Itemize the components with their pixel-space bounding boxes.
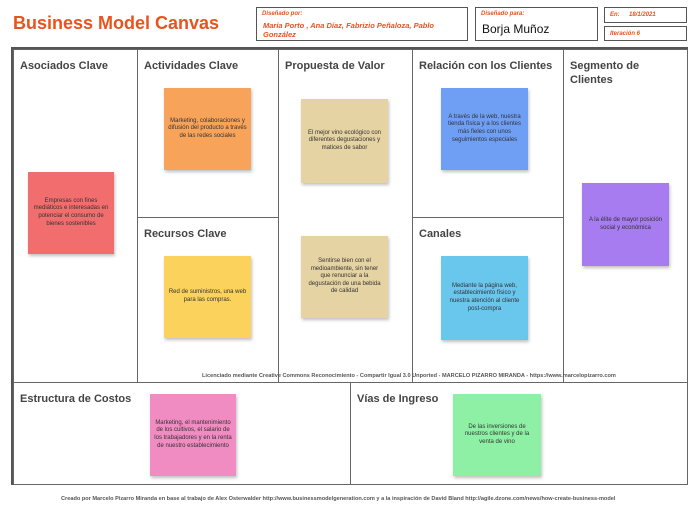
note-value-proposition-1[interactable]: El mejor vino ecológico con diferentes d… [301, 99, 388, 183]
note-key-resources[interactable]: Red de suministros, una web para las com… [164, 256, 251, 338]
key-resources-title: Recursos Clave [144, 228, 227, 240]
designed-for-label: Diseñado para: [481, 11, 525, 17]
customer-relationships-title: Relación con los Clientes [419, 60, 553, 72]
designed-by-value: María Porto , Ana Díaz, Fabrizio Peñaloz… [263, 21, 435, 39]
note-key-partners[interactable]: Empresas con fines mediáticos e interesa… [28, 172, 114, 254]
date-box[interactable]: En: 18/1/2021 [604, 7, 687, 23]
note-revenue-streams[interactable]: De las inversiones de nuestros clientes … [453, 394, 541, 476]
note-cost-structure[interactable]: Marketing, el mantenimiento de los culti… [150, 394, 236, 476]
license-text: Licenciado mediante Creative Commons Rec… [202, 373, 616, 379]
value-proposition-title: Propuesta de Valor [285, 60, 385, 72]
designed-for-box[interactable]: Diseñado para: Borja Muñoz [475, 7, 598, 41]
date-value: 18/1/2021 [629, 12, 656, 18]
channels-title: Canales [419, 228, 462, 240]
customer-segments-title: Segmento de Clientes [570, 60, 640, 86]
cost-structure-title: Estructura de Costos [20, 393, 132, 405]
note-key-activities[interactable]: Marketing, colaboraciones y difusión del… [164, 88, 251, 170]
note-customer-segments[interactable]: A la élite de mayor posición social y ec… [582, 183, 669, 266]
note-value-proposition-2[interactable]: Sentirse bien con el medioambiente, sin … [301, 236, 388, 318]
footer-credit: Creado por Marcelo Pizarro Miranda en ba… [61, 496, 616, 502]
key-activities-title: Actividades Clave [144, 60, 239, 72]
iteration-box[interactable]: Iteración 6 [604, 26, 687, 41]
key-partners-title: Asociados Clave [20, 60, 109, 72]
note-channels[interactable]: Mediante la página web, establecimiento … [441, 256, 528, 340]
designed-by-box[interactable]: Diseñado por: María Porto , Ana Díaz, Fa… [256, 7, 468, 41]
note-customer-relationships[interactable]: A través de la web, nuestra tienda físic… [441, 88, 528, 170]
designed-for-value: Borja Muñoz [482, 22, 550, 36]
date-label: En: [610, 12, 620, 18]
page-title: Business Model Canvas [13, 13, 220, 33]
designed-by-label: Diseñado por: [262, 11, 303, 17]
iteration-label: Iteración 6 [610, 31, 641, 37]
revenue-streams-title: Vías de Ingreso [357, 393, 439, 405]
